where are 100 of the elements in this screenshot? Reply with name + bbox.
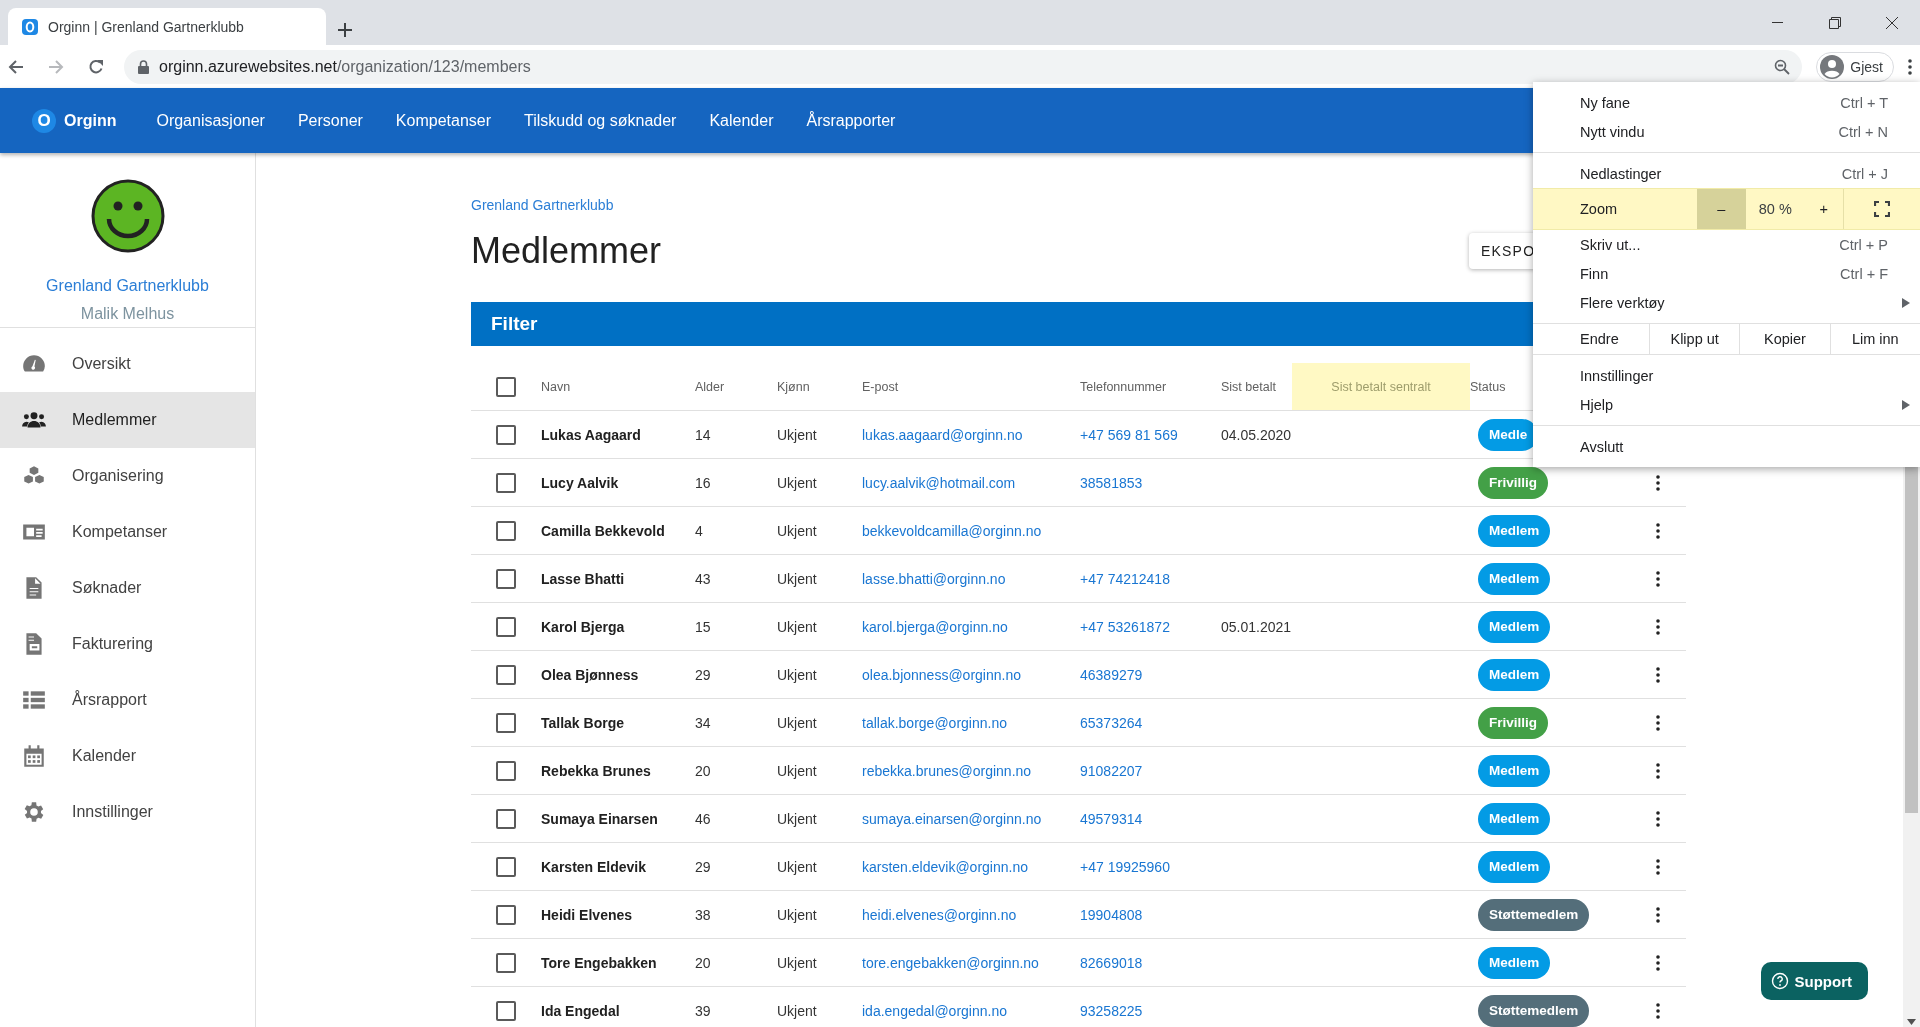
column-header[interactable]: Alder bbox=[695, 363, 777, 411]
more-icon[interactable] bbox=[1656, 954, 1660, 971]
email-link[interactable]: karsten.eldevik@orginn.no bbox=[862, 858, 1028, 875]
phone-link[interactable]: +47 19925960 bbox=[1080, 858, 1170, 875]
email-link[interactable]: lucy.aalvik@hotmail.com bbox=[862, 474, 1016, 491]
menu-item[interactable]: Hjelp bbox=[1533, 390, 1920, 419]
nav-link[interactable]: Personer bbox=[297, 111, 363, 130]
more-icon[interactable] bbox=[1656, 858, 1660, 875]
phone-link[interactable]: +47 569 81 569 bbox=[1080, 426, 1178, 443]
phone-link[interactable]: 49579314 bbox=[1080, 810, 1143, 827]
sidebar-item[interactable]: Søknader bbox=[0, 560, 255, 616]
phone-link[interactable]: +47 53261872 bbox=[1080, 618, 1170, 635]
more-icon[interactable] bbox=[1656, 1002, 1660, 1019]
more-icon[interactable] bbox=[1656, 810, 1660, 827]
checkbox[interactable] bbox=[496, 1000, 516, 1021]
sidebar-item[interactable]: Fakturering bbox=[0, 616, 255, 672]
organization-name[interactable]: Grenland Gartnerklubb bbox=[46, 277, 209, 295]
column-header[interactable]: Telefonnummer bbox=[1080, 363, 1221, 411]
more-icon[interactable] bbox=[1656, 762, 1660, 779]
checkbox[interactable] bbox=[496, 664, 516, 685]
edit-action[interactable]: Lim inn bbox=[1829, 324, 1920, 354]
checkbox[interactable] bbox=[496, 808, 516, 829]
phone-link[interactable]: 38581853 bbox=[1080, 474, 1143, 491]
column-header[interactable]: Kjønn bbox=[777, 363, 862, 411]
scroll-down-icon[interactable] bbox=[1907, 1019, 1916, 1025]
close-icon[interactable] bbox=[1885, 16, 1898, 29]
nav-link[interactable]: Årsrapporter bbox=[806, 111, 896, 130]
edit-action[interactable]: Kopier bbox=[1739, 324, 1830, 354]
nav-link[interactable]: Organisasjoner bbox=[156, 111, 265, 130]
checkbox[interactable] bbox=[496, 376, 516, 397]
checkbox[interactable] bbox=[496, 568, 516, 589]
sidebar-item[interactable]: Organisering bbox=[0, 448, 255, 504]
email-link[interactable]: bekkevoldcamilla@orginn.no bbox=[862, 522, 1042, 539]
column-header[interactable]: E-post bbox=[862, 363, 1080, 411]
profile-button[interactable]: Gjest bbox=[1816, 51, 1894, 82]
more-icon[interactable] bbox=[1656, 522, 1660, 539]
back-icon[interactable] bbox=[8, 58, 24, 75]
phone-link[interactable]: 93258225 bbox=[1080, 1002, 1143, 1019]
sidebar-item[interactable]: Medlemmer bbox=[0, 392, 255, 448]
phone-link[interactable]: +47 74212418 bbox=[1080, 570, 1170, 587]
sidebar-item[interactable]: Kompetanser bbox=[0, 504, 255, 560]
zoom-out-button[interactable]: – bbox=[1696, 189, 1746, 229]
more-icon[interactable] bbox=[1656, 570, 1660, 587]
minimize-icon[interactable] bbox=[1772, 21, 1783, 24]
email-link[interactable]: lasse.bhatti@orginn.no bbox=[862, 570, 1006, 587]
column-header[interactable]: Navn bbox=[541, 363, 695, 411]
more-icon[interactable] bbox=[1656, 666, 1660, 683]
browser-tab[interactable]: Orginn | Grenland Gartnerklubb bbox=[8, 8, 326, 45]
checkbox[interactable] bbox=[496, 904, 516, 925]
nav-link[interactable]: Kalender bbox=[709, 111, 774, 130]
table-cell: 20 bbox=[695, 747, 777, 795]
edit-action[interactable]: Klipp ut bbox=[1649, 324, 1740, 354]
checkbox[interactable] bbox=[496, 952, 516, 973]
phone-link[interactable]: 46389279 bbox=[1080, 666, 1143, 683]
zoom-in-button[interactable]: + bbox=[1805, 201, 1843, 217]
new-tab-icon[interactable] bbox=[338, 23, 352, 37]
email-link[interactable]: karol.bjerga@orginn.no bbox=[862, 618, 1008, 635]
checkbox[interactable] bbox=[496, 712, 516, 733]
email-link[interactable]: olea.bjonness@orginn.no bbox=[862, 666, 1021, 683]
email-link[interactable]: tore.engebakken@orginn.no bbox=[862, 954, 1039, 971]
support-button[interactable]: Support bbox=[1760, 962, 1868, 1000]
sidebar-item[interactable]: Innstillinger bbox=[0, 784, 255, 840]
more-icon[interactable] bbox=[1656, 714, 1660, 731]
more-icon[interactable] bbox=[1656, 474, 1660, 491]
address-bar[interactable]: orginn.azurewebsites.net/organization/123/members bbox=[124, 49, 1803, 84]
menu-item[interactable]: Innstillinger bbox=[1533, 361, 1920, 390]
fullscreen-icon[interactable] bbox=[1873, 201, 1890, 217]
checkbox[interactable] bbox=[496, 856, 516, 877]
more-icon[interactable] bbox=[1656, 618, 1660, 635]
email-link[interactable]: rebekka.brunes@orginn.no bbox=[862, 762, 1032, 779]
logo[interactable]: O bbox=[32, 108, 56, 133]
phone-link[interactable]: 19904808 bbox=[1080, 906, 1143, 923]
phone-link[interactable]: 65373264 bbox=[1080, 714, 1143, 731]
email-link[interactable]: sumaya.einarsen@orginn.no bbox=[862, 810, 1042, 827]
sidebar-item[interactable]: Årsrapport bbox=[0, 672, 255, 728]
sidebar-item[interactable]: Kalender bbox=[0, 728, 255, 784]
zoom-out-icon[interactable] bbox=[1774, 58, 1791, 75]
checkbox[interactable] bbox=[496, 616, 516, 637]
reload-icon[interactable] bbox=[88, 58, 104, 75]
phone-link[interactable]: 91082207 bbox=[1080, 762, 1143, 779]
phone-link[interactable]: 82669018 bbox=[1080, 954, 1143, 971]
brand-name[interactable]: Orginn bbox=[64, 111, 117, 130]
breadcrumb-link[interactable]: Grenland Gartnerklubb bbox=[471, 195, 614, 215]
nav-link[interactable]: Tilskudd og søknader bbox=[524, 111, 677, 130]
email-link[interactable]: ida.engedal@orginn.no bbox=[862, 1002, 1007, 1019]
email-link[interactable]: lukas.aagaard@orginn.no bbox=[862, 426, 1023, 443]
menu-item[interactable]: Ny fane Ctrl + T bbox=[1533, 88, 1920, 117]
browser-menu-icon[interactable] bbox=[1908, 58, 1912, 75]
restore-icon[interactable] bbox=[1828, 16, 1841, 29]
email-link[interactable]: tallak.borge@orginn.no bbox=[862, 714, 1007, 731]
sidebar-item[interactable]: Oversikt bbox=[0, 336, 255, 392]
checkbox[interactable] bbox=[496, 424, 516, 445]
nav-link[interactable]: Kompetanser bbox=[395, 111, 492, 130]
menu-item[interactable]: Nedlastinger Ctrl + J bbox=[1533, 159, 1920, 188]
email-link[interactable]: heidi.elvenes@orginn.no bbox=[862, 906, 1017, 923]
checkbox[interactable] bbox=[496, 472, 516, 493]
checkbox[interactable] bbox=[496, 760, 516, 781]
checkbox[interactable] bbox=[496, 520, 516, 541]
menu-item[interactable]: Nytt vindu Ctrl + N bbox=[1533, 117, 1920, 146]
more-icon[interactable] bbox=[1656, 906, 1660, 923]
